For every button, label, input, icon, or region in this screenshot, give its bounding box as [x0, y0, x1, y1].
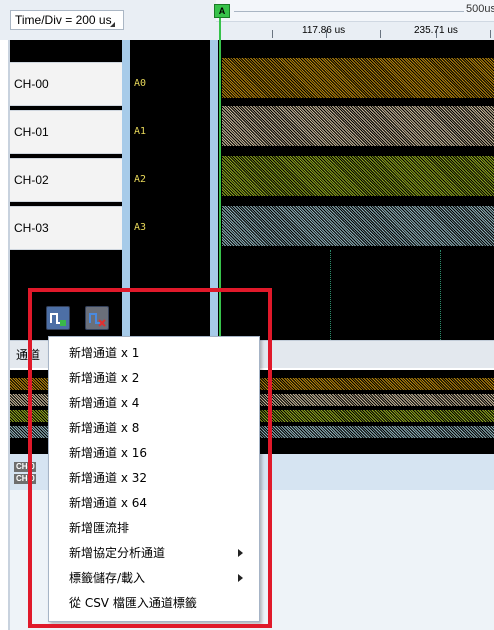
highlight-box	[28, 288, 272, 628]
time-ruler[interactable]: 500us 117.86 us 235.71 us	[216, 0, 494, 40]
waveform-ch-02	[222, 156, 494, 196]
ruler-tick-label: 117.86 us	[302, 25, 346, 36]
ruler-tick	[272, 30, 273, 38]
channel-name-ch-01[interactable]: CH-01	[10, 110, 122, 154]
channel-name-ch-03[interactable]: CH-03	[10, 206, 122, 250]
time-div-dropdown[interactable]: Time/Div = 200 us	[10, 10, 124, 30]
ruler-range-line	[234, 11, 464, 12]
grid-line	[440, 250, 441, 340]
channel-alias: A3	[134, 222, 147, 233]
waveform-ch-01	[222, 106, 494, 146]
ruler-tick-label: 235.71 us	[414, 25, 458, 36]
waveform-ch-03	[222, 206, 494, 246]
ruler-tick	[380, 30, 381, 38]
waveform-ch-00	[222, 58, 494, 98]
channel-name-ch-02[interactable]: CH-02	[10, 158, 122, 202]
dropdown-arrow-icon	[110, 22, 115, 27]
channel-alias: A1	[134, 126, 147, 137]
ruler-overview-label: 500us	[466, 3, 494, 15]
grid-line	[330, 250, 331, 340]
channel-alias: A2	[134, 174, 147, 185]
channel-name-ch-00[interactable]: CH-00	[10, 62, 122, 106]
ruler-tick	[490, 30, 491, 38]
marker-a-flag[interactable]: A	[214, 4, 230, 18]
channel-alias: A0	[134, 78, 147, 89]
